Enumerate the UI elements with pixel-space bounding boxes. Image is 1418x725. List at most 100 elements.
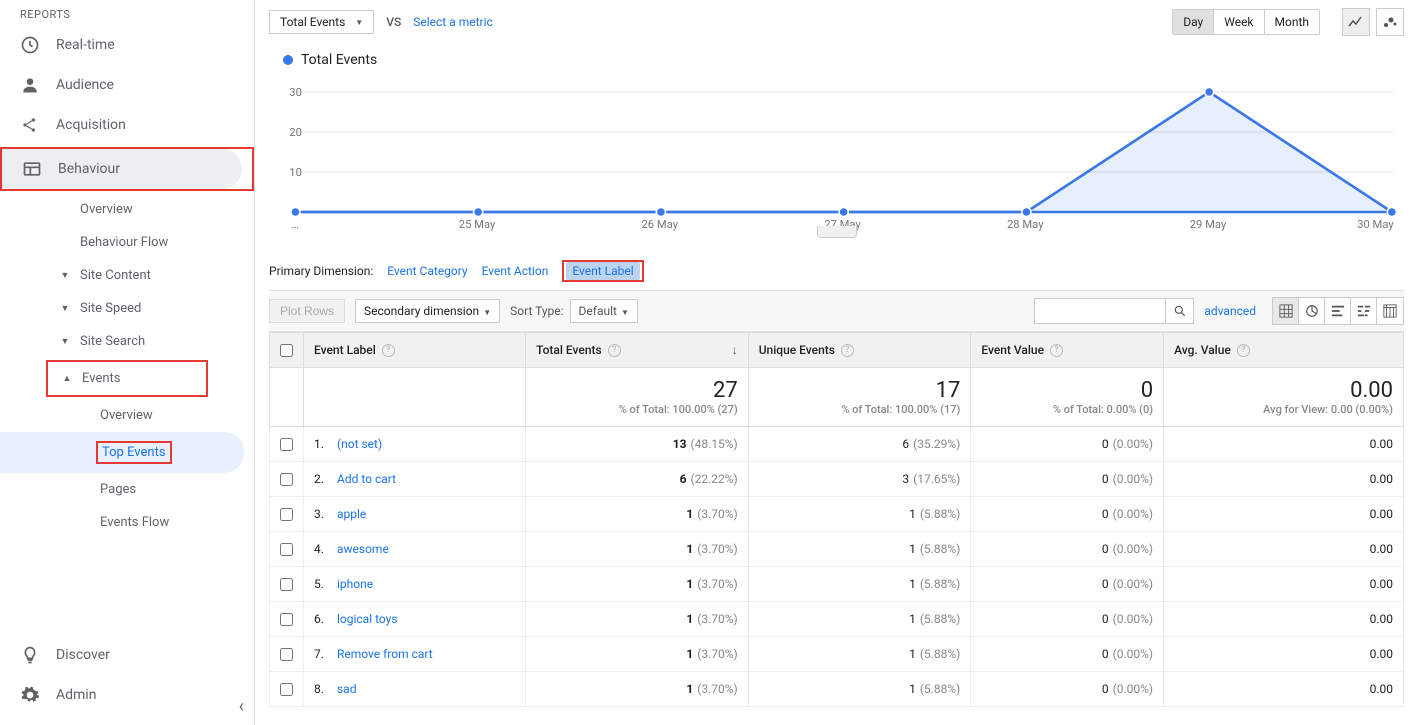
sidebar-item-acquisition[interactable]: Acquisition: [0, 105, 254, 145]
sidebar-item-label: Acquisition: [56, 117, 126, 133]
line-chart-icon[interactable]: [1342, 8, 1370, 36]
sidebar-sub-label: Events: [82, 371, 120, 386]
row-checkbox[interactable]: [280, 648, 293, 661]
sidebar-item-label: Discover: [56, 647, 110, 663]
row-label-cell: 6. logical toys: [304, 602, 526, 637]
time-btn-month[interactable]: Month: [1265, 10, 1319, 34]
layout-icon: [22, 159, 42, 179]
view-pie-icon[interactable]: [1299, 298, 1325, 324]
dim-event-label[interactable]: Event Label: [566, 262, 639, 280]
sidebar-sub-label: Top Events: [102, 445, 166, 460]
share-icon: [20, 115, 40, 135]
row-total-events: 6(22.22%): [526, 462, 749, 497]
row-index: 7.: [314, 647, 334, 661]
row-checkbox[interactable]: [280, 613, 293, 626]
view-bar-icon[interactable]: [1325, 298, 1351, 324]
primary-dimension-row: Primary Dimension: Event Category Event …: [269, 260, 1404, 282]
event-label-link[interactable]: awesome: [337, 542, 389, 556]
sidebar-sub-events[interactable]: ▲Events: [48, 362, 206, 395]
secondary-dimension-select[interactable]: Secondary dimension: [355, 299, 500, 323]
sidebar-sub-events-flow[interactable]: Events Flow: [0, 506, 254, 539]
help-icon[interactable]: ?: [608, 344, 621, 357]
summary-blank: [270, 368, 304, 427]
collapse-sidebar-button[interactable]: ‹: [239, 696, 244, 717]
dim-event-action[interactable]: Event Action: [482, 264, 549, 278]
advanced-link[interactable]: advanced: [1204, 304, 1256, 318]
caret-down-icon: ▼: [60, 336, 70, 347]
table-row: 5. iphone1(3.70%)1(5.88%)0(0.00%)0.00: [270, 567, 1404, 602]
row-checkbox[interactable]: [280, 543, 293, 556]
time-btn-week[interactable]: Week: [1214, 10, 1264, 34]
sort-type-value: Default: [579, 304, 617, 318]
plot-rows-button[interactable]: Plot Rows: [269, 299, 345, 323]
header-total-events[interactable]: Total Events?↓: [526, 333, 749, 368]
header-event-label[interactable]: Event Label?: [304, 333, 526, 368]
sidebar-item-realtime[interactable]: Real-time: [0, 25, 254, 65]
row-event-value: 0(0.00%): [971, 462, 1164, 497]
help-icon[interactable]: ?: [841, 344, 854, 357]
event-label-link[interactable]: logical toys: [337, 612, 398, 626]
chart-legend: Total Events: [283, 52, 1404, 68]
summary-value: 17: [759, 378, 961, 403]
header-event-value[interactable]: Event Value?: [971, 333, 1164, 368]
sidebar-sub-events-overview[interactable]: Overview: [0, 399, 254, 432]
row-checkbox[interactable]: [280, 473, 293, 486]
row-index: 1.: [314, 437, 334, 451]
sidebar-sub-label: Behaviour Flow: [80, 235, 168, 250]
header-avg-value[interactable]: Avg. Value?: [1164, 333, 1404, 368]
sidebar-sub-site-content[interactable]: ▼Site Content: [0, 259, 254, 292]
view-comparison-icon[interactable]: [1351, 298, 1377, 324]
dim-event-category[interactable]: Event Category: [387, 264, 467, 278]
row-index: 2.: [314, 472, 334, 486]
summary-avg-value: 0.00Avg for View: 0.00 (0.00%): [1164, 368, 1404, 427]
view-pivot-icon[interactable]: [1377, 298, 1403, 324]
row-event-value: 0(0.00%): [971, 567, 1164, 602]
event-label-link[interactable]: Add to cart: [337, 472, 396, 486]
row-index: 3.: [314, 507, 334, 521]
row-event-value: 0(0.00%): [971, 637, 1164, 672]
row-avg-value: 0.00: [1164, 427, 1404, 462]
sidebar-item-audience[interactable]: Audience: [0, 65, 254, 105]
event-label-link[interactable]: apple: [337, 507, 366, 521]
caret-down-icon: ▼: [60, 270, 70, 281]
row-checkbox[interactable]: [280, 508, 293, 521]
table-row: 6. logical toys1(3.70%)1(5.88%)0(0.00%)0…: [270, 602, 1404, 637]
sidebar-sub-overview[interactable]: Overview: [0, 193, 254, 226]
sidebar-sub-pages[interactable]: Pages: [0, 473, 254, 506]
chart-toolbar: Total Events VS Select a metric Day Week…: [269, 8, 1404, 36]
event-label-link[interactable]: (not set): [337, 437, 382, 451]
sidebar-sub-site-search[interactable]: ▼Site Search: [0, 325, 254, 358]
help-icon[interactable]: ?: [1237, 344, 1250, 357]
row-checkbox[interactable]: [280, 578, 293, 591]
chart-resize-handle[interactable]: [817, 226, 857, 238]
row-checkbox[interactable]: [280, 683, 293, 696]
row-label-cell: 2. Add to cart: [304, 462, 526, 497]
motion-chart-icon[interactable]: [1376, 8, 1404, 36]
search-button[interactable]: [1165, 299, 1193, 323]
event-label-link[interactable]: sad: [337, 682, 357, 696]
event-label-link[interactable]: iphone: [337, 577, 373, 591]
event-label-link[interactable]: Remove from cart: [337, 647, 433, 661]
sidebar-sub-site-speed[interactable]: ▼Site Speed: [0, 292, 254, 325]
sidebar-sub-top-events[interactable]: Top Events: [0, 432, 244, 473]
sidebar-item-behaviour[interactable]: Behaviour: [2, 149, 242, 189]
help-icon[interactable]: ?: [382, 344, 395, 357]
row-checkbox[interactable]: [280, 438, 293, 451]
row-label-cell: 4. awesome: [304, 532, 526, 567]
summary-value: 0.00: [1174, 378, 1393, 403]
sort-type-select[interactable]: Default: [570, 299, 638, 323]
sidebar-item-label: Audience: [56, 77, 114, 93]
view-table-icon[interactable]: [1273, 298, 1299, 324]
search-input[interactable]: [1035, 299, 1165, 323]
sidebar-item-discover[interactable]: Discover: [0, 635, 254, 675]
row-checkbox-cell: [270, 532, 304, 567]
metric-selector-2[interactable]: Select a metric: [413, 15, 493, 29]
metric-selector-1[interactable]: Total Events: [269, 10, 374, 34]
sidebar-item-admin[interactable]: Admin: [0, 675, 254, 715]
time-btn-day[interactable]: Day: [1173, 10, 1214, 34]
select-all-checkbox[interactable]: [280, 344, 293, 357]
header-unique-events[interactable]: Unique Events?: [748, 333, 971, 368]
help-icon[interactable]: ?: [1050, 344, 1063, 357]
sidebar-sub-behaviour-flow[interactable]: Behaviour Flow: [0, 226, 254, 259]
row-total-events: 1(3.70%): [526, 567, 749, 602]
